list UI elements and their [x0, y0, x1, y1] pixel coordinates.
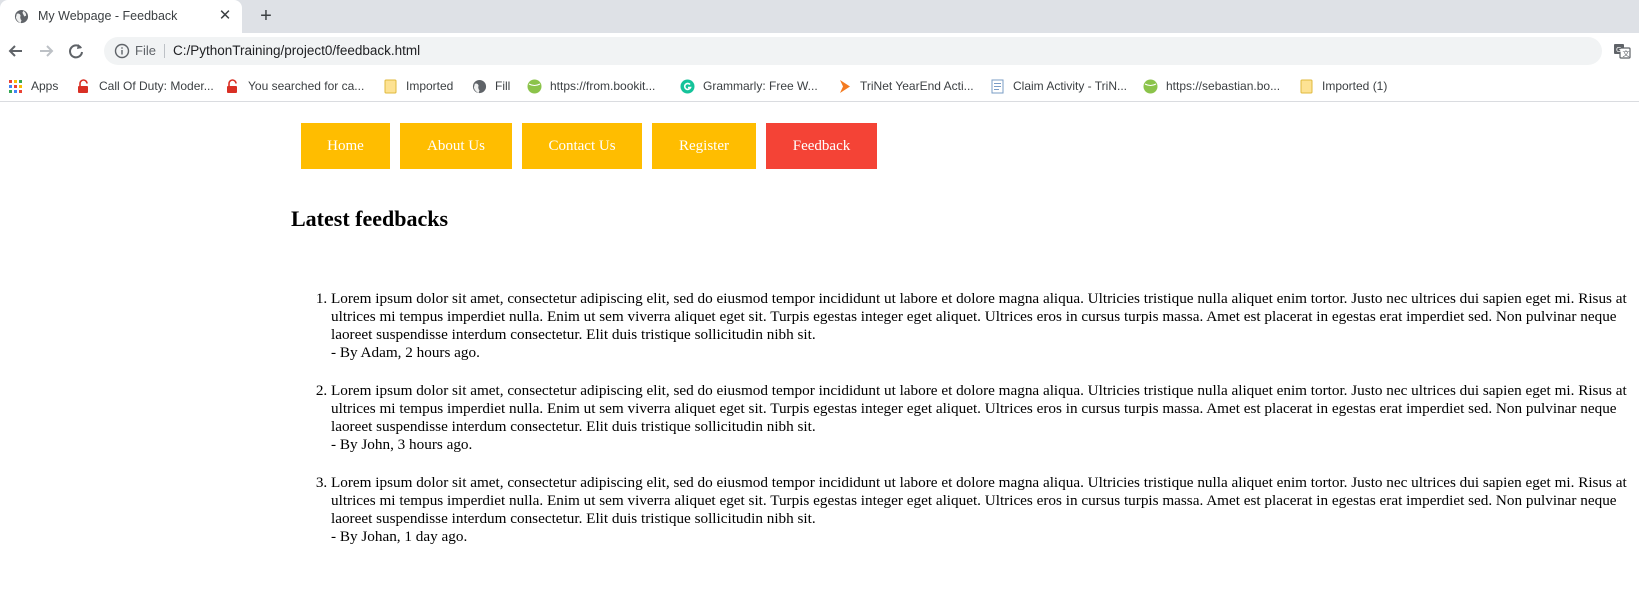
- forward-arrow-icon[interactable]: [35, 40, 57, 62]
- bookmarks-bar: Apps Call Of Duty: Moder... You searched…: [0, 69, 1639, 102]
- bookmark-label: Imported (1): [1322, 79, 1388, 93]
- address-separator: [164, 44, 165, 58]
- bookmark-label: https://sebastian.bo...: [1166, 79, 1281, 93]
- bookmark-apps[interactable]: Apps: [8, 77, 58, 95]
- page-content: Home About Us Contact Us Register Feedba…: [0, 102, 1639, 616]
- tab-close-icon[interactable]: ✕: [216, 7, 234, 25]
- nav-contact-us[interactable]: Contact Us: [522, 123, 642, 169]
- bookmark-label: Grammarly: Free W...: [703, 79, 818, 93]
- bookmark-label: TriNet YearEnd Acti...: [860, 79, 974, 93]
- nav-home[interactable]: Home: [301, 123, 390, 169]
- feedback-list: Lorem ipsum dolor sit amet, consectetur …: [331, 290, 1631, 566]
- file-chip: File: [135, 43, 156, 58]
- feedback-text: Lorem ipsum dolor sit amet, consectetur …: [331, 382, 1627, 435]
- bookmark-you-searched[interactable]: You searched for ca...: [225, 77, 364, 95]
- browser-toolbar: File C:/PythonTraining/project0/feedback…: [0, 33, 1639, 69]
- bookmark-call-of-duty[interactable]: Call Of Duty: Moder...: [76, 77, 214, 95]
- bookmark-sebastian[interactable]: https://sebastian.bo...: [1143, 77, 1280, 95]
- bookmark-label: Apps: [31, 79, 59, 93]
- bookmark-fill[interactable]: Fill: [472, 77, 510, 95]
- nav-register[interactable]: Register: [652, 123, 756, 169]
- new-tab-button[interactable]: +: [255, 6, 277, 28]
- apps-grid-icon: [9, 79, 22, 93]
- bookmark-label: Fill: [495, 79, 511, 93]
- green-ball-icon: [1143, 79, 1158, 93]
- bookmark-grammarly[interactable]: Grammarly: Free W...: [680, 77, 818, 95]
- nav-feedback[interactable]: Feedback: [766, 123, 877, 169]
- tab-title: My Webpage - Feedback: [38, 9, 178, 23]
- feedback-item: Lorem ipsum dolor sit amet, consectetur …: [331, 474, 1631, 546]
- nav-label: Home: [327, 137, 364, 154]
- bookmark-folder-imported[interactable]: Imported: [383, 77, 453, 95]
- nav-label: About Us: [427, 137, 485, 154]
- svg-text:G: G: [1616, 46, 1621, 54]
- feedback-item: Lorem ipsum dolor sit amet, consectetur …: [331, 290, 1631, 362]
- bookmark-from-bookit[interactable]: https://from.bookit...: [527, 77, 655, 95]
- globe-icon: [472, 79, 487, 93]
- bookmark-label: Imported: [406, 79, 454, 93]
- nav-label: Feedback: [792, 137, 851, 154]
- bookmark-label: Claim Activity - TriN...: [1013, 79, 1128, 93]
- lock-red-icon: [227, 78, 237, 93]
- url-text[interactable]: C:/PythonTraining/project0/feedback.html: [173, 43, 420, 58]
- browser-tab-active[interactable]: My Webpage - Feedback ✕: [0, 0, 242, 33]
- feedback-text: Lorem ipsum dolor sit amet, consectetur …: [331, 474, 1627, 527]
- feedback-byline: - By Johan, 1 day ago.: [331, 528, 468, 545]
- feedback-byline: - By John, 3 hours ago.: [331, 436, 473, 453]
- arrow-orange-icon: [840, 79, 850, 93]
- nav-label: Register: [679, 137, 729, 154]
- folder-icon: [1300, 79, 1313, 93]
- tab-strip: My Webpage - Feedback ✕ +: [0, 0, 1639, 33]
- address-bar[interactable]: File C:/PythonTraining/project0/feedback…: [104, 37, 1602, 65]
- grammarly-icon: [680, 79, 695, 93]
- back-arrow-icon[interactable]: [5, 40, 27, 62]
- lock-red-icon: [78, 78, 88, 93]
- reload-icon[interactable]: [65, 40, 87, 62]
- green-ball-icon: [527, 79, 542, 93]
- feedback-text: Lorem ipsum dolor sit amet, consectetur …: [331, 290, 1627, 343]
- svg-text:文: 文: [1623, 49, 1630, 58]
- bookmark-label: https://from.bookit...: [550, 79, 656, 93]
- bookmark-label: Call Of Duty: Moder...: [99, 79, 214, 93]
- bookmark-trinet[interactable]: TriNet YearEnd Acti...: [837, 77, 974, 95]
- bookmark-folder-imported-1[interactable]: Imported (1): [1299, 77, 1387, 95]
- info-icon[interactable]: [114, 43, 130, 59]
- feedback-item: Lorem ipsum dolor sit amet, consectetur …: [331, 382, 1631, 454]
- page-title: Latest feedbacks: [291, 206, 449, 231]
- document-icon: [991, 79, 1004, 93]
- nav-label: Contact Us: [548, 137, 616, 154]
- feedback-byline: - By Adam, 2 hours ago.: [331, 344, 480, 361]
- folder-icon: [384, 79, 397, 93]
- nav-about-us[interactable]: About Us: [400, 123, 512, 169]
- globe-icon: [14, 9, 29, 24]
- bookmark-claim-activity[interactable]: Claim Activity - TriN...: [990, 77, 1127, 95]
- bookmark-label: You searched for ca...: [248, 79, 365, 93]
- translate-icon[interactable]: G 文: [1613, 42, 1631, 60]
- top-nav: Home About Us Contact Us Register Feedba…: [301, 123, 887, 169]
